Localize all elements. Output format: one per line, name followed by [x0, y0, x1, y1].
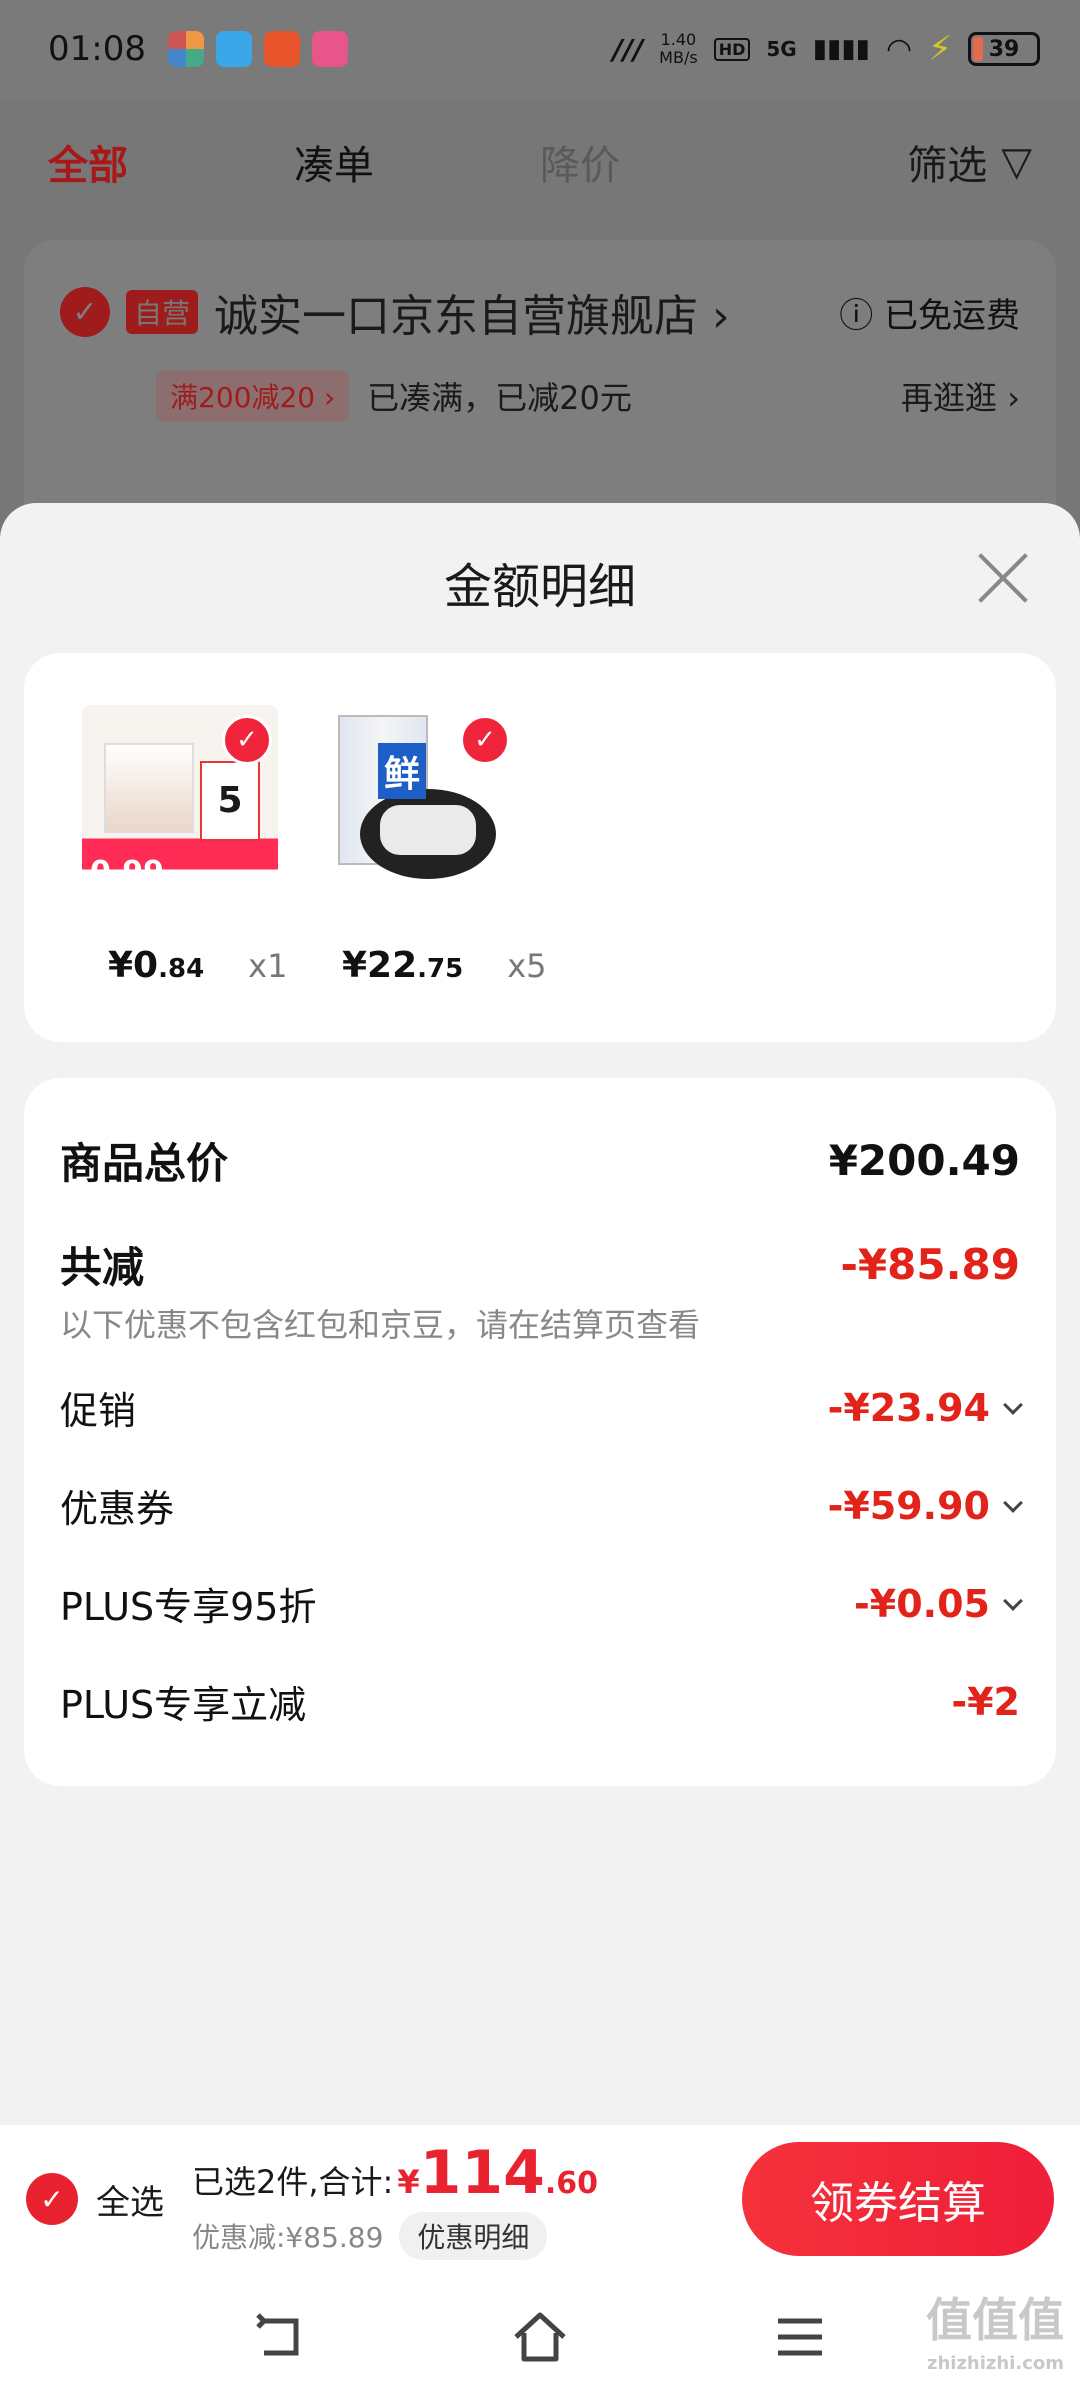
filter-label: 筛选 [907, 143, 988, 189]
item-price-row: ¥22.75 x5 [342, 945, 547, 986]
store-check-icon[interactable]: ✓ [60, 287, 110, 337]
discount-note: 以下优惠不包含红包和京豆，请在结算页查看 [60, 1306, 701, 1344]
total-price-row: 商品总价 ¥200.49 [60, 1136, 1020, 1188]
app-notification-icon [167, 31, 204, 67]
cell-signal-icon: ▮▮▮▮ [812, 34, 870, 64]
wifi-icon: ◠ [885, 31, 913, 67]
app-notification-icon [311, 31, 348, 67]
info-icon: ⓘ [839, 295, 874, 336]
selected-count: 已选2件,合计: [192, 2163, 394, 2201]
total-reduce-row: 共减 -¥85.89 [60, 1240, 1020, 1292]
cart-tabs: 全部 凑单 降价 筛选 ▽ [0, 98, 1080, 226]
total-summary: 已选2件,合计: ¥ 114 .60 优惠减:¥85.89 优惠明细 [192, 2138, 598, 2260]
check-icon[interactable]: ✓ [460, 715, 510, 765]
item-price: ¥0.84 [108, 945, 205, 986]
coupon-row[interactable]: 优惠券 -¥59.90 [60, 1478, 1023, 1533]
price-detail-card: 商品总价 ¥200.49 共减 -¥85.89 以下优惠不包含红包和京豆，请在结… [24, 1078, 1056, 1786]
discount-amount: 优惠减:¥85.89 [192, 2221, 384, 2254]
chevron-down-icon [1003, 1590, 1023, 1611]
items-card: 5 0.99 ✓ 鲜 ✓ ¥0.84 x1 ¥22.75 x5 [24, 653, 1056, 1042]
item-qty: x1 [248, 947, 288, 985]
signal-brand-icon: /// [612, 32, 644, 66]
plus-reduce-row: PLUS专享立减 -¥2 [60, 1679, 1020, 1728]
select-all-check-icon[interactable]: ✓ [26, 2173, 78, 2225]
item-price: ¥22.75 [342, 945, 464, 986]
promo-tag[interactable]: 满200减20 › [156, 370, 350, 422]
select-all-label[interactable]: 全选 [96, 2175, 164, 2224]
promo-row[interactable]: 促销 -¥23.94 [60, 1380, 1023, 1435]
close-icon[interactable] [976, 551, 1030, 605]
checkout-button[interactable]: 领券结算 [742, 2142, 1054, 2256]
app-notification-icon [263, 31, 300, 67]
tab-all[interactable]: 全部 [48, 133, 294, 191]
browse-more-link[interactable]: 再逛逛 › [901, 373, 1020, 419]
notification-icons [167, 31, 348, 67]
product-item[interactable]: 鲜 ✓ [320, 705, 520, 901]
sheet-title: 金额明细 [443, 559, 636, 615]
self-operated-tag: 自营 [126, 290, 199, 334]
discount-detail-button[interactable]: 优惠明细 [399, 2212, 548, 2260]
network-speed: 1.40 MB/s [659, 30, 698, 67]
menu-icon[interactable] [770, 2307, 830, 2367]
chevron-down-icon [1003, 1394, 1023, 1415]
total-amount: 114 [419, 2138, 545, 2208]
product-image: 鲜 ✓ [320, 705, 516, 901]
charging-icon: ⚡ [928, 29, 952, 69]
network-type: 5G [766, 37, 797, 61]
promo-text: 已凑满，已减20元 [367, 379, 632, 417]
store-name[interactable]: 诚实一口京东自营旗舰店 › [214, 280, 730, 344]
watermark-logo: 值值值 zhizhizhi.com [926, 2293, 1064, 2374]
tab-price-drop[interactable]: 降价 [540, 133, 786, 191]
product-image: 5 0.99 ✓ [82, 705, 278, 901]
status-time: 01:08 [48, 29, 146, 69]
home-icon[interactable] [510, 2307, 570, 2367]
tab-bundle[interactable]: 凑单 [294, 133, 540, 191]
check-icon[interactable]: ✓ [222, 715, 272, 765]
filter-icon: ▽ [1001, 139, 1032, 185]
chevron-down-icon [1003, 1492, 1023, 1513]
plus-discount-row[interactable]: PLUS专享95折 -¥0.05 [60, 1576, 1023, 1631]
app-notification-icon [215, 31, 252, 67]
free-shipping: ⓘ 已免运费 [839, 295, 1020, 336]
product-item[interactable]: 5 0.99 ✓ [82, 705, 282, 901]
back-icon[interactable] [250, 2307, 310, 2367]
item-price-row: ¥0.84 x1 [108, 945, 287, 986]
amount-detail-sheet: 金额明细 5 0.99 ✓ 鲜 ✓ ¥0.84 x1 ¥22.75 x5 商品总… [0, 503, 1080, 2125]
item-qty: x5 [507, 947, 547, 985]
checkout-bar: ✓ 全选 已选2件,合计: ¥ 114 .60 优惠减:¥85.89 优惠明细 … [0, 2125, 1080, 2273]
tab-filter[interactable]: 筛选 ▽ [786, 133, 1032, 191]
system-nav-bar [0, 2273, 1080, 2400]
status-bar: 01:08 /// 1.40 MB/s HD 5G ▮▮▮▮ ◠ ⚡ 39 [0, 0, 1080, 98]
hd-icon: HD [713, 37, 751, 61]
battery-icon: 39 [968, 32, 1040, 66]
